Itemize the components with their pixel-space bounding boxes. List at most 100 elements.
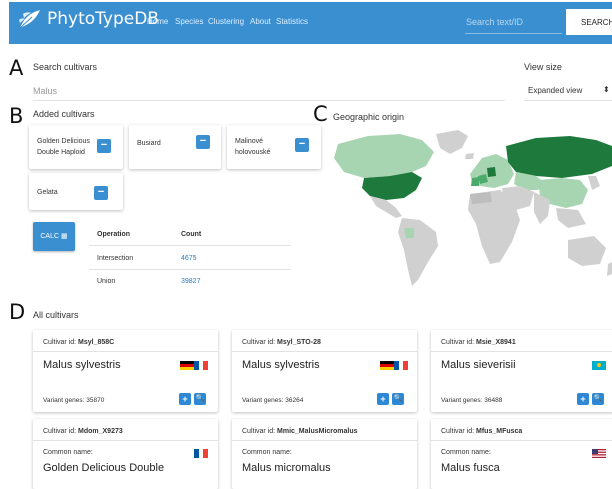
- usa-flag-icon: [592, 449, 606, 458]
- added-cultivar-name: Malinové holovouské: [235, 138, 271, 156]
- cultivar-name: Malus sylvestris: [43, 359, 121, 371]
- remove-cultivar-button[interactable]: −: [94, 186, 108, 200]
- cultivar-search-field[interactable]: Malus: [33, 86, 57, 96]
- variant-genes: Variant genes: 36488: [441, 397, 503, 404]
- added-cultivar-name: Busiard: [137, 140, 161, 147]
- variant-genes: Variant genes: 35870: [43, 397, 105, 404]
- geographic-origin-title: Geographic origin: [333, 112, 405, 122]
- search-cultivars-label: Search cultivars: [33, 62, 98, 72]
- germany-flag-icon: [380, 361, 394, 370]
- added-cultivar-name: Golden Delicious Double Haploid: [37, 138, 90, 156]
- nav-home[interactable]: Home: [147, 17, 168, 26]
- table-divider: [89, 245, 291, 246]
- operation-header: Operation: [97, 231, 131, 238]
- kazakhstan-flag-icon: [592, 361, 606, 370]
- map-greenland: [436, 130, 468, 154]
- leaf-logo-icon: [19, 10, 40, 29]
- card-divider: [431, 351, 612, 352]
- cultivar-name: Golden Delicious Double: [43, 462, 165, 474]
- cultivar-id: Cultivar id: Mmic_MalusMicromalus: [242, 428, 358, 435]
- calc-button[interactable]: CALC ▦: [33, 222, 75, 251]
- nav-statistics[interactable]: Statistics: [276, 17, 308, 26]
- cultivar-id: Cultivar id: Msyl_STO-28: [242, 339, 321, 346]
- operation-cell: Union: [97, 278, 116, 285]
- added-cultivar-card: Busiard −: [129, 125, 221, 169]
- card-divider: [33, 440, 218, 441]
- add-cultivar-button[interactable]: +: [577, 393, 589, 405]
- added-cultivars-title: Added cultivars: [33, 109, 95, 119]
- view-size-underline: [524, 100, 612, 101]
- calc-label: CALC: [40, 233, 60, 240]
- map-japan: [588, 176, 600, 190]
- added-cultivar-card: Golden Delicious Double Haploid −: [29, 125, 123, 169]
- cultivar-id: Cultivar id: Msyl_858C: [43, 339, 115, 346]
- panel-label-c: C: [313, 102, 328, 126]
- map-new-zealand: [607, 262, 612, 276]
- view-details-button[interactable]: 🔍: [592, 393, 604, 405]
- map-canada: [334, 134, 434, 178]
- france-flag-icon: [394, 361, 408, 370]
- search-button[interactable]: SEARCH: [566, 9, 612, 35]
- panel-label-a: A: [9, 56, 24, 80]
- added-cultivar-name: Gelata: [37, 189, 58, 196]
- cultivar-card[interactable]: Cultivar id: Mdom_X9273 Common name: Gol…: [33, 419, 218, 489]
- card-divider: [33, 351, 218, 352]
- world-map: [334, 130, 612, 286]
- cultivar-name: Malus micromalus: [242, 462, 331, 474]
- card-divider: [232, 351, 417, 352]
- france-flag-icon: [194, 361, 208, 370]
- add-cultivar-button[interactable]: +: [179, 393, 191, 405]
- map-south-america: [398, 218, 438, 286]
- calculator-icon: ▦: [61, 233, 68, 240]
- search-field-underline: [33, 100, 505, 101]
- view-size-select[interactable]: Expanded view: [528, 86, 582, 95]
- map-australia: [568, 236, 606, 266]
- cultivar-id: Cultivar id: Mdom_X9273: [43, 428, 123, 435]
- cultivar-name: Malus sylvestris: [242, 359, 320, 371]
- select-arrow-icon[interactable]: ⬍: [603, 85, 610, 94]
- map-north-africa: [470, 192, 492, 204]
- view-details-button[interactable]: 🔍: [194, 393, 206, 405]
- count-link[interactable]: 39827: [181, 278, 200, 285]
- cultivar-card[interactable]: Cultivar id: Msyl_STO-28 Malus sylvestri…: [232, 330, 417, 412]
- nav-about[interactable]: About: [250, 17, 271, 26]
- brand-name: PhytoTypeDB: [47, 9, 159, 29]
- cultivar-card[interactable]: Cultivar id: Mfus_MFusca Common name: Ma…: [431, 419, 612, 489]
- added-cultivar-card: Gelata −: [29, 173, 123, 210]
- common-name-label: Common name:: [43, 449, 93, 456]
- map-russia: [506, 136, 612, 178]
- common-name-label: Common name:: [441, 449, 491, 456]
- card-divider: [431, 440, 612, 441]
- nav-species[interactable]: Species: [175, 17, 203, 26]
- remove-cultivar-button[interactable]: −: [295, 138, 309, 152]
- view-details-button[interactable]: 🔍: [392, 393, 404, 405]
- remove-cultivar-button[interactable]: −: [97, 139, 111, 153]
- view-size-label: View size: [524, 62, 562, 72]
- cultivar-name: Malus fusca: [441, 462, 500, 474]
- count-header: Count: [181, 231, 202, 238]
- cultivar-card[interactable]: Cultivar id: Msyl_858C Malus sylvestris …: [33, 330, 218, 412]
- add-cultivar-button[interactable]: +: [377, 393, 389, 405]
- card-divider: [232, 440, 417, 441]
- count-link[interactable]: 4675: [181, 255, 197, 262]
- operation-cell: Intersection: [97, 255, 134, 262]
- table-divider: [89, 269, 291, 270]
- map-southeast-asia: [556, 208, 586, 228]
- search-input[interactable]: [465, 10, 562, 34]
- added-cultivar-card: Malinové holovouské −: [227, 125, 321, 169]
- cultivar-name: Malus sieverisii: [441, 359, 516, 371]
- map-iberia: [471, 177, 479, 186]
- brand-logo[interactable]: PhytoTypeDB: [18, 8, 159, 30]
- cultivar-card[interactable]: Cultivar id: Msie_X8941 Malus sieverisii…: [431, 330, 612, 412]
- common-name-label: Common name:: [242, 449, 292, 456]
- nav-clustering[interactable]: Clustering: [208, 17, 244, 26]
- france-flag-icon: [194, 449, 208, 458]
- map-iceland: [465, 153, 474, 159]
- cultivar-card[interactable]: Cultivar id: Mmic_MalusMicromalus Common…: [232, 419, 417, 489]
- germany-flag-icon: [180, 361, 194, 370]
- cultivar-id: Cultivar id: Msie_X8941: [441, 339, 516, 346]
- map-germany: [487, 167, 496, 177]
- panel-label-b: B: [9, 104, 24, 128]
- panel-label-d: D: [9, 300, 26, 324]
- remove-cultivar-button[interactable]: −: [196, 135, 210, 149]
